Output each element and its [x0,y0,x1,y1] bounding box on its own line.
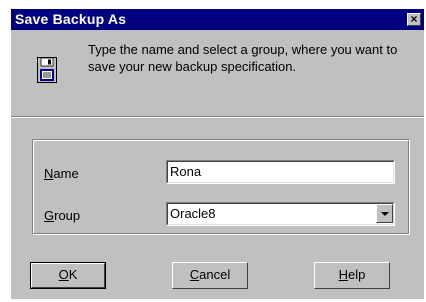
name-input-value: Rona [170,164,202,179]
window-title: Save Backup As [15,11,127,27]
group-select[interactable]: Oracle8 [166,202,395,226]
name-label: Name [44,166,79,181]
ok-mnemonic: O [58,267,69,282]
help-button[interactable]: Help [314,262,390,289]
cancel-button[interactable]: Cancel [172,262,248,289]
ok-button-label: OK [59,267,78,282]
help-mnemonic: H [338,267,349,282]
header-panel: Type the name and select a group, where … [11,30,424,116]
ok-button[interactable]: OK [30,262,106,289]
help-rest: elp [348,267,366,282]
name-label-rest: ame [53,166,79,181]
help-button-label: Help [339,267,366,282]
close-icon: × [410,12,418,26]
cancel-rest: ancel [199,267,231,282]
name-label-mnemonic: N [44,166,54,181]
group-label-mnemonic: G [44,208,55,223]
separator-highlight [11,117,424,118]
chevron-down-icon [381,212,389,216]
group-select-value: Oracle8 [170,206,216,221]
instruction-text: Type the name and select a group, where … [88,42,398,74]
cancel-button-label: Cancel [190,267,230,282]
ok-rest: K [68,267,78,282]
group-dropdown-button[interactable] [376,204,393,223]
group-label: Group [44,208,80,223]
name-input[interactable]: Rona [166,160,395,184]
floppy-disk-icon [37,57,57,83]
close-button[interactable]: × [407,13,421,26]
cancel-mnemonic: C [189,267,200,282]
title-bar[interactable]: Save Backup As × [11,9,424,30]
group-label-rest: roup [54,208,81,223]
save-backup-dialog: Save Backup As × Type the name and selec… [11,9,424,299]
